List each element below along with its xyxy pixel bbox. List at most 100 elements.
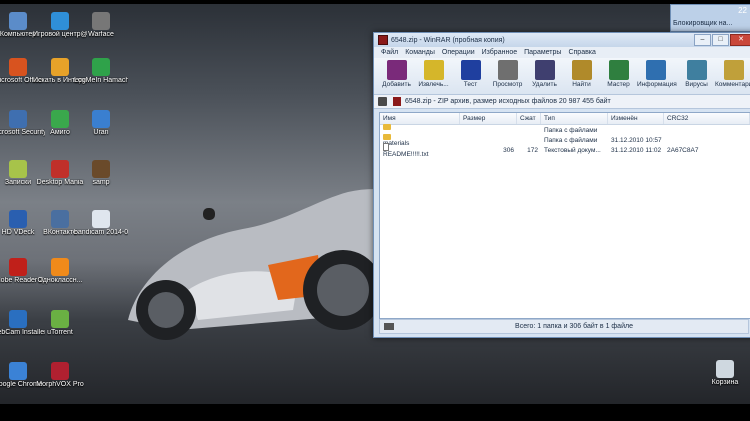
toolbar-button[interactable]: Извлечь... xyxy=(415,58,452,94)
find-icon xyxy=(571,60,592,80)
column-header[interactable]: Тип xyxy=(541,113,608,124)
drive-key-icon xyxy=(384,323,394,330)
desktop-icon[interactable]: bandicam 2014-08-22... xyxy=(74,210,128,237)
maximize-button[interactable]: □ xyxy=(712,34,729,46)
toolbar-button[interactable]: Информация xyxy=(637,58,677,94)
file-row[interactable]: README!!!!!.txt 306 172 Текстовый докум... 3… xyxy=(380,142,750,158)
menu-item[interactable]: Параметры xyxy=(524,49,561,56)
file-modified-cell: 31.12.2010 10:57 xyxy=(611,136,662,144)
delete-icon xyxy=(534,60,555,80)
toolbar-button[interactable]: Просмотр xyxy=(489,58,526,94)
desktop-icon-label: Корзина xyxy=(711,379,739,386)
letterbox-top xyxy=(0,0,750,4)
wizard-icon xyxy=(608,60,629,80)
view-icon xyxy=(497,60,518,80)
menu-bar: Файл Команды Операции Избранное Параметры Спр… xyxy=(374,47,750,58)
desktop-icon-label: uTorrent xyxy=(47,329,73,336)
title-bar[interactable]: 6548.zip - WinRAR (пробная копия) – □ ✕ xyxy=(374,33,750,47)
desktop-icon[interactable]: Uran xyxy=(74,110,128,137)
toolbar-button[interactable]: Удалить xyxy=(526,58,563,94)
window-title: 6548.zip - WinRAR (пробная копия) xyxy=(391,36,505,44)
app-icon xyxy=(92,160,110,178)
file-modified-cell: 31.12.2010 11:02 xyxy=(611,146,662,154)
file-name-cell: README!!!!!.txt xyxy=(380,142,460,158)
desktop-icon[interactable]: Корзина xyxy=(698,360,750,387)
menu-item[interactable]: Операции xyxy=(442,49,475,56)
test-icon xyxy=(460,60,481,80)
status-bar: Всего: 1 папка и 306 байт в 1 файле xyxy=(379,319,749,334)
column-header[interactable]: CRC32 xyxy=(664,113,750,124)
column-header[interactable]: Сжат xyxy=(517,113,541,124)
app-icon xyxy=(9,12,27,30)
file-type-cell: Текстовый докум... xyxy=(544,146,601,154)
toolbar-button-label: Просмотр xyxy=(492,81,523,88)
column-header[interactable]: Размер xyxy=(460,113,517,124)
desktop-icon[interactable]: LogMeIn Hamachi xyxy=(74,58,128,85)
info-icon xyxy=(645,60,666,80)
status-text: Всего: 1 папка и 306 байт в 1 файле xyxy=(515,323,633,330)
app-icon xyxy=(9,58,27,76)
desktop-icon[interactable]: Одноклассн... xyxy=(33,258,87,285)
toolbar-button-label: Информация xyxy=(637,81,677,88)
up-folder-icon[interactable] xyxy=(378,97,387,106)
column-header[interactable]: Имя xyxy=(380,113,460,124)
mini-window-title: 22 xyxy=(738,6,747,15)
toolbar-button-label: Комментарий xyxy=(715,81,750,88)
column-header[interactable]: Изменён xyxy=(608,113,664,124)
desktop-icon-label: samp xyxy=(92,179,110,186)
app-icon xyxy=(9,160,27,178)
desktop-icon-label: MorphVOX Pro xyxy=(36,381,84,388)
toolbar-button-label: Добавить xyxy=(382,81,411,88)
minimize-button[interactable]: – xyxy=(694,34,711,46)
app-icon xyxy=(51,12,69,30)
desktop-icon-label: LogMeIn Hamachi xyxy=(74,77,128,84)
app-icon xyxy=(51,110,69,128)
toolbar-button-label: Удалить xyxy=(532,81,557,88)
file-list[interactable]: ИмяРазмерСжатТипИзменёнCRC32 ..Папка с ф… xyxy=(379,112,750,319)
desktop-icon[interactable]: Warface xyxy=(74,12,128,39)
app-icon xyxy=(51,362,69,380)
app-icon xyxy=(92,12,110,30)
letterbox-bottom xyxy=(0,404,750,421)
menu-item[interactable]: Избранное xyxy=(482,49,517,56)
menu-item[interactable]: Команды xyxy=(405,49,435,56)
comment-icon xyxy=(723,60,744,80)
zip-archive-icon xyxy=(393,97,401,106)
menu-item[interactable]: Файл xyxy=(381,49,398,56)
toolbar-button[interactable]: Мастер xyxy=(600,58,637,94)
desktop-icon-label: Одноклассн... xyxy=(37,277,83,284)
desktop-icon[interactable]: MorphVOX Pro xyxy=(33,362,87,389)
add-archive-icon xyxy=(386,60,407,80)
desktop-icon-label: Warface xyxy=(88,31,114,38)
menu-item[interactable]: Справка xyxy=(568,49,595,56)
mini-window[interactable]: 22 Блокировщик на... xyxy=(670,4,750,32)
window-controls: – □ ✕ xyxy=(694,34,750,46)
close-button[interactable]: ✕ xyxy=(730,34,750,46)
mini-window-body: Блокировщик на... xyxy=(673,20,733,27)
toolbar-button[interactable]: Добавить xyxy=(378,58,415,94)
app-icon xyxy=(9,310,27,328)
app-icon xyxy=(92,110,110,128)
app-icon xyxy=(92,58,110,76)
toolbar-button[interactable]: Комментарий xyxy=(715,58,750,94)
app-icon xyxy=(51,310,69,328)
app-icon xyxy=(9,210,27,228)
app-icon xyxy=(92,210,110,228)
file-crc-cell: 2A67C8A7 xyxy=(667,146,699,154)
app-icon xyxy=(51,210,69,228)
text-file-icon xyxy=(383,142,389,151)
toolbar-button[interactable]: Тест xyxy=(452,58,489,94)
app-icon xyxy=(51,58,69,76)
virus-scan-icon xyxy=(686,60,707,80)
desktop-icon[interactable]: uTorrent xyxy=(33,310,87,337)
file-type-cell: Папка с файлами xyxy=(544,126,598,134)
toolbar-button[interactable]: Найти xyxy=(563,58,600,94)
toolbar-button-label: Вирусы xyxy=(685,81,708,88)
toolbar-button[interactable]: Вирусы xyxy=(678,58,715,94)
winrar-app-icon xyxy=(378,35,388,45)
desktop-icon[interactable]: samp xyxy=(74,160,128,187)
app-icon xyxy=(9,258,27,276)
desktop-icon-label: Uran xyxy=(93,129,109,136)
winrar-window[interactable]: 6548.zip - WinRAR (пробная копия) – □ ✕ … xyxy=(373,32,750,338)
toolbar-button-label: Извлечь... xyxy=(418,81,449,88)
